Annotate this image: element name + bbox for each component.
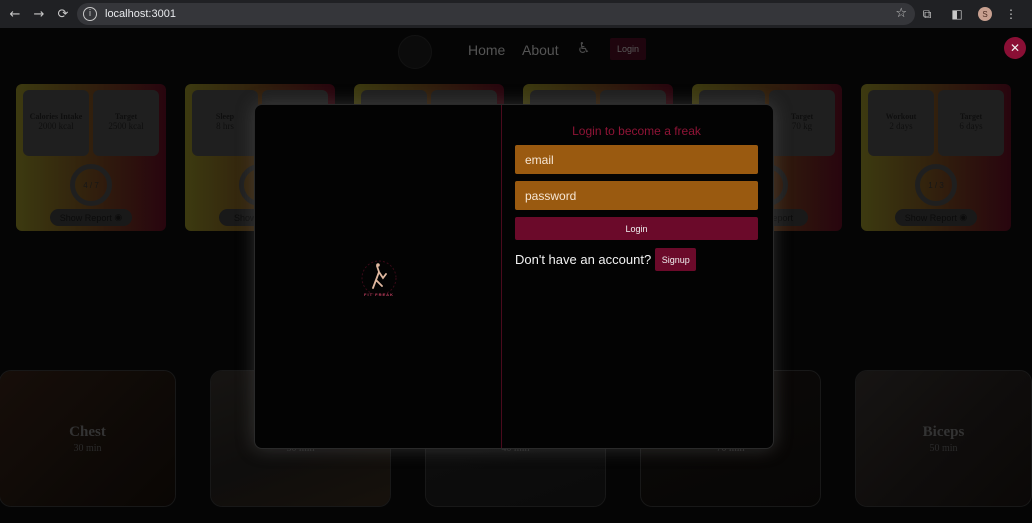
- signup-button[interactable]: Signup: [655, 248, 697, 271]
- browser-actions: ⧉ ◧ S ⋮: [918, 0, 1032, 28]
- login-form: Login to become a freak Login Don't have…: [515, 123, 758, 271]
- url-text: localhost:3001: [105, 8, 176, 20]
- app-page: Home About ♿ Login Calories Intake 2000 k…: [0, 28, 1032, 523]
- login-title: Login to become a freak: [572, 124, 701, 138]
- signup-row: Don't have an account? Signup: [515, 248, 758, 271]
- menu-icon[interactable]: ⋮: [1002, 5, 1020, 23]
- back-icon[interactable]: ←: [6, 5, 24, 23]
- signup-prompt: Don't have an account?: [515, 252, 652, 267]
- side-panel-icon[interactable]: ◧: [948, 5, 966, 23]
- close-modal-button[interactable]: ✕: [1004, 37, 1026, 59]
- extensions-icon[interactable]: ⧉: [918, 5, 936, 23]
- password-input[interactable]: [515, 181, 758, 210]
- profile-avatar[interactable]: S: [978, 7, 992, 21]
- reload-icon[interactable]: ⟳: [54, 5, 72, 23]
- address-bar[interactable]: i localhost:3001 ☆: [77, 3, 915, 25]
- email-input[interactable]: [515, 145, 758, 174]
- site-info-icon[interactable]: i: [83, 7, 97, 21]
- forward-icon[interactable]: →: [30, 5, 48, 23]
- login-modal: FIT FREAK Login to become a freak Login …: [254, 104, 774, 449]
- logo-text: FIT FREAK: [364, 292, 394, 297]
- browser-toolbar: ← → ⟳ i localhost:3001 ☆ ⧉ ◧ S ⋮: [0, 0, 1032, 28]
- bookmark-star-icon[interactable]: ☆: [895, 6, 907, 21]
- login-button[interactable]: Login: [515, 217, 758, 240]
- modal-divider: [501, 105, 502, 448]
